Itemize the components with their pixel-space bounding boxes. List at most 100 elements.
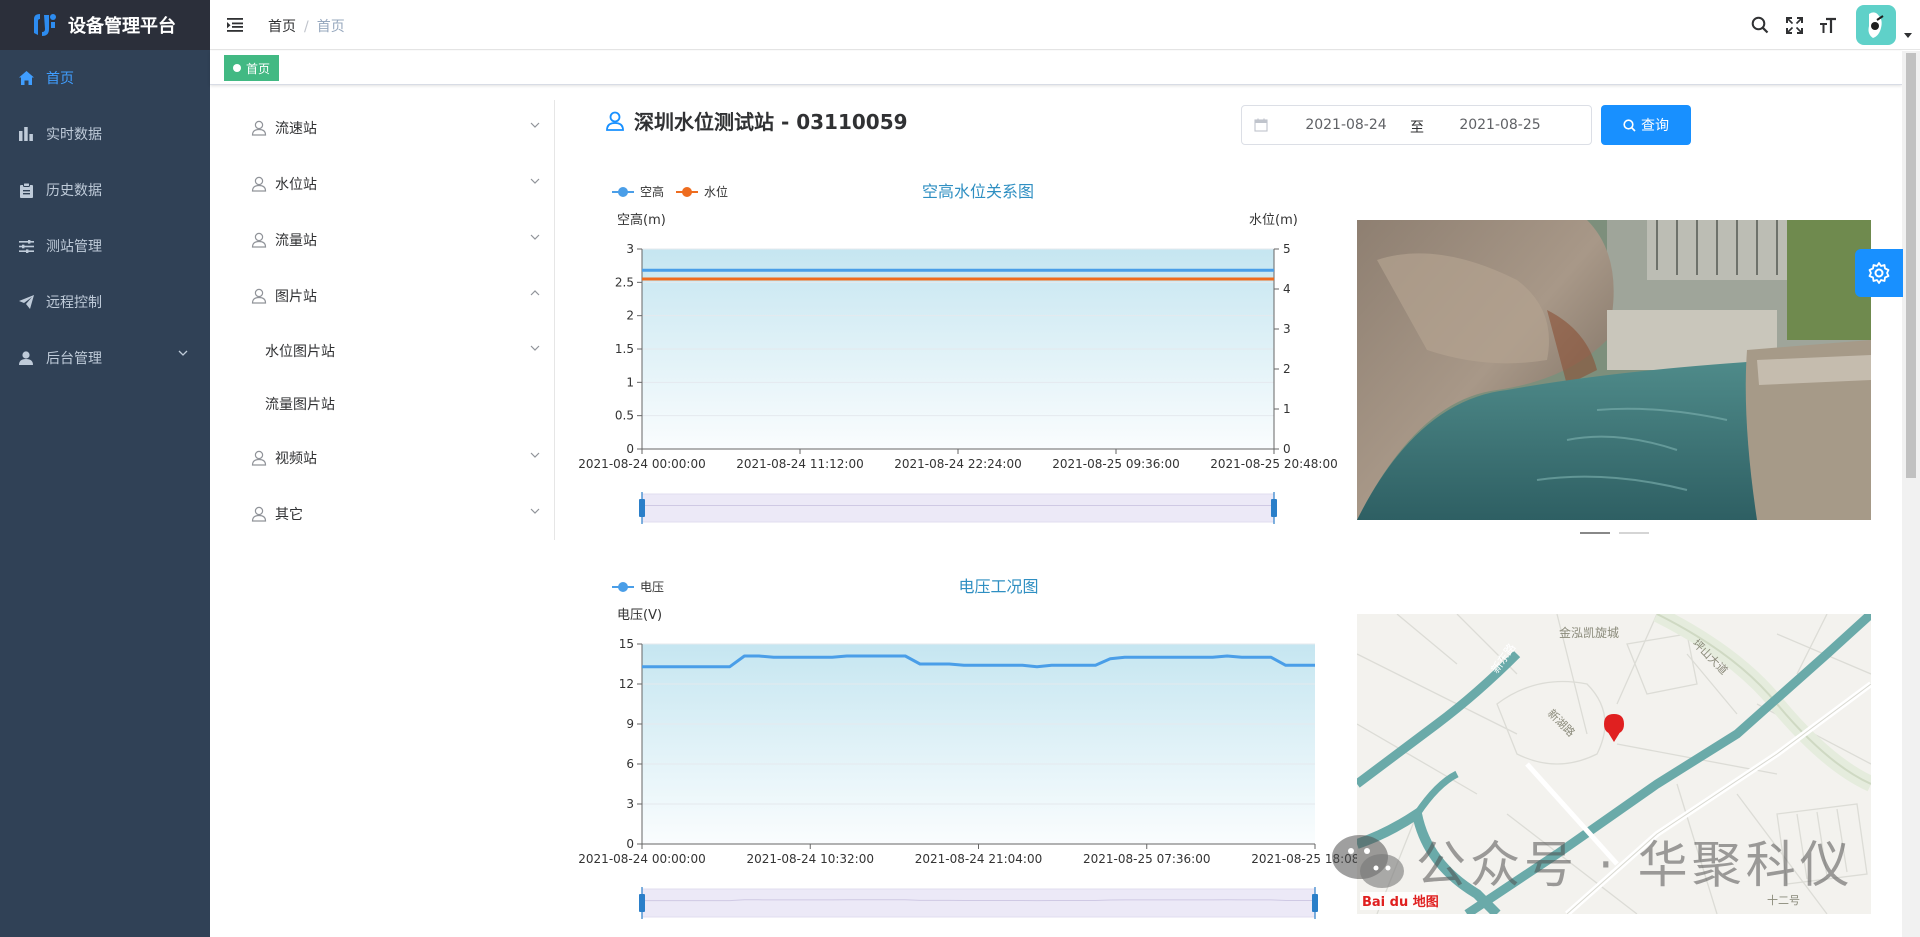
tree-item-water-level[interactable]: 水位站 (245, 169, 540, 199)
y-tick-label-right: 1 (1283, 402, 1291, 416)
data-zoom-slider (641, 493, 1275, 523)
menu-toggle-icon[interactable] (226, 15, 246, 35)
scrollbar-thumb[interactable] (1906, 53, 1916, 478)
tree-subitem-label: 水位图片站 (265, 344, 335, 360)
tree-subitem-water-level-picture[interactable]: 水位图片站 (265, 336, 540, 366)
sidebar-item-history[interactable]: 历史数据 (0, 162, 210, 218)
user-icon (18, 350, 34, 366)
tree-item-label: 流速站 (275, 121, 317, 137)
tree-item-label: 其它 (275, 507, 303, 523)
y-axis-name-right: 水位(m) (1249, 213, 1298, 228)
date-end-input[interactable]: 2021-08-25 (1450, 117, 1550, 133)
sidebar-item-station-management[interactable]: 测站管理 (0, 218, 210, 274)
chevron-up-icon (530, 290, 540, 296)
search-icon[interactable] (1750, 15, 1770, 35)
date-range-picker[interactable]: 2021-08-24 至 2021-08-25 (1241, 105, 1592, 145)
avatar[interactable] (1856, 5, 1896, 45)
x-tick-label: 2021-08-25 20:48:00 (1210, 457, 1337, 471)
legend-label: 空高 (640, 184, 664, 199)
station-title-text: 深圳水位测试站 - 03110059 (634, 110, 908, 134)
tree-subitem-flow-picture[interactable]: 流量图片站 (265, 389, 540, 419)
chart-title: 空高水位关系图 (922, 182, 1034, 201)
sliders-icon (18, 238, 34, 254)
tree-item-label: 水位站 (275, 177, 317, 193)
y-tick-label: 0 (626, 442, 634, 456)
user-outline-icon (251, 120, 267, 136)
y-tick-label: 2 (626, 309, 634, 323)
legend-label: 水位 (704, 184, 728, 199)
breadcrumb-separator: / (304, 19, 309, 35)
tags-view: 首页 (210, 51, 1902, 85)
chart-voltage-svg: 电压工况图 电压电压(V) 0 3 6 9 12 15 2021-08-24 00:00:00 2… (578, 577, 1379, 919)
search-icon (1623, 118, 1636, 132)
legend-marker (618, 582, 628, 592)
caret-down-icon[interactable] (1896, 0, 1920, 50)
date-start-input[interactable]: 2021-08-24 (1296, 117, 1396, 133)
y-tick-label: 3 (626, 797, 634, 811)
chevron-down-icon (530, 508, 540, 514)
avatar-image-icon (1868, 12, 1884, 38)
chevron-down-icon (530, 452, 540, 458)
font-size-icon[interactable] (1818, 15, 1838, 35)
location-user-icon (606, 111, 624, 131)
sidebar-item-realtime[interactable]: 实时数据 (0, 106, 210, 162)
app-title: 设备管理平台 (68, 16, 176, 37)
gear-icon (1868, 262, 1890, 284)
y-axis-name: 电压(V) (617, 608, 662, 623)
sidebar-item-label: 实时数据 (46, 127, 102, 143)
send-icon (18, 294, 34, 310)
y-tick-label-right: 5 (1283, 242, 1291, 256)
date-range-separator: 至 (1410, 120, 1424, 136)
user-outline-icon (251, 450, 267, 466)
x-tick-label: 2021-08-24 22:24:00 (894, 457, 1021, 471)
sidebar-item-remote-control[interactable]: 远程控制 (0, 274, 210, 330)
watermark: 公众号 · 华聚科仪 (1330, 825, 1854, 897)
page-scrollbar[interactable] (1902, 51, 1920, 937)
carousel-indicator[interactable] (1619, 532, 1649, 534)
fullscreen-icon[interactable] (1784, 15, 1804, 35)
x-tick-label: 2021-08-24 21:04:00 (915, 852, 1042, 866)
y-tick-label: 9 (626, 717, 634, 731)
query-button-label: 查询 (1641, 118, 1669, 134)
query-button[interactable]: 查询 (1601, 105, 1691, 145)
sidebar-item-admin[interactable]: 后台管理 (0, 330, 210, 386)
carousel-indicator-active[interactable] (1580, 532, 1610, 534)
y-tick-label: 0.5 (615, 409, 634, 423)
legend-marker (618, 187, 628, 197)
tree-subitem-label: 流量图片站 (265, 397, 335, 413)
tree-item-video[interactable]: 视频站 (245, 443, 540, 473)
chart-level-relation: 空高水位关系图 空高 水位 空高(m) 水位(m) 0 0.5 1 1.5 2 2.5 3 0 1 2 3 4 5… (578, 175, 1338, 530)
y-tick-label-right: 4 (1283, 282, 1291, 296)
tree-item-picture[interactable]: 图片站 (245, 281, 540, 311)
sidebar-item-home[interactable]: 首页 (0, 50, 210, 106)
breadcrumb-home[interactable]: 首页 (268, 19, 296, 35)
tree-item-flow-speed[interactable]: 流速站 (245, 113, 540, 143)
y-tick-label-right: 3 (1283, 322, 1291, 336)
y-tick-label: 12 (619, 677, 634, 691)
wechat-icon (1332, 835, 1404, 888)
tag-home[interactable]: 首页 (224, 55, 280, 81)
legend-marker (682, 187, 692, 197)
navbar-right (1750, 0, 1920, 50)
breadcrumb-current: 首页 (316, 19, 345, 35)
tree-item-other[interactable]: 其它 (245, 499, 540, 529)
station-photo-image (1357, 220, 1871, 520)
legend-label: 电压 (640, 580, 664, 594)
y-tick-label: 15 (619, 637, 634, 651)
tree-item-flow[interactable]: 流量站 (245, 225, 540, 255)
settings-button[interactable] (1855, 249, 1903, 297)
sidebar-item-label: 首页 (46, 71, 74, 87)
app-logo[interactable]: 设备管理平台 (0, 0, 210, 50)
y-tick-label: 3 (626, 242, 634, 256)
navbar: 首页 / 首页 (210, 0, 1920, 50)
x-tick-label: 2021-08-24 11:12:00 (736, 457, 863, 471)
station-title: 深圳水位测试站 - 03110059 (606, 106, 908, 135)
tree-item-label: 流量站 (275, 233, 317, 249)
chevron-down-icon (530, 178, 540, 184)
station-photo[interactable] (1357, 220, 1871, 520)
x-tick-label: 2021-08-24 00:00:00 (578, 852, 705, 866)
plot-area (642, 644, 1315, 844)
sidebar-item-label: 测站管理 (46, 239, 102, 255)
user-outline-icon (251, 176, 267, 192)
home-icon (18, 70, 34, 86)
